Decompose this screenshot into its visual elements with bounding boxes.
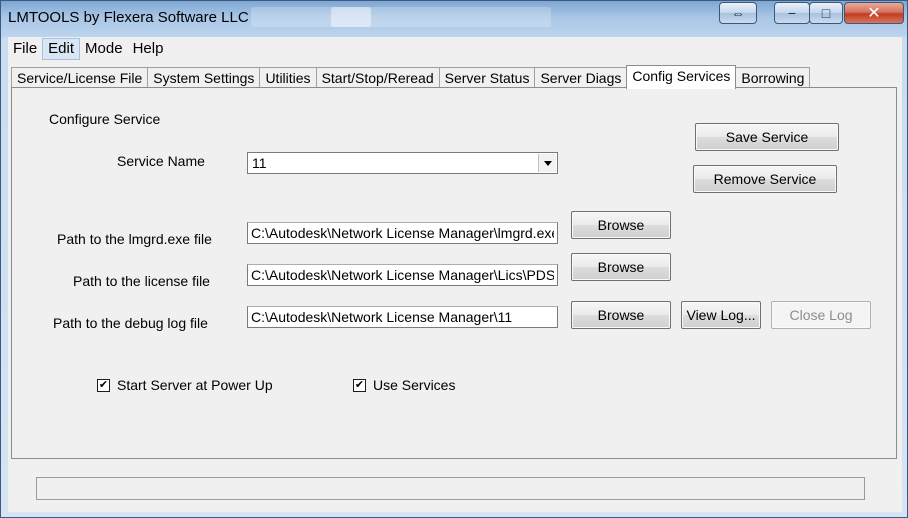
tab-system-settings[interactable]: System Settings — [147, 67, 261, 89]
close-button[interactable]: ✕ — [844, 2, 904, 24]
service-name-combo[interactable]: 11 — [247, 152, 558, 174]
config-services-panel: Configure Service Service Name 11 Save S… — [11, 87, 897, 459]
save-service-button[interactable]: Save Service — [695, 123, 839, 151]
browse-debug-log-button[interactable]: Browse — [571, 301, 671, 329]
maximize-button[interactable]: □ — [809, 2, 843, 24]
client-area: Service/License File System Settings Uti… — [8, 60, 902, 512]
minimize-button[interactable]: − — [774, 2, 810, 24]
status-bar — [36, 477, 865, 500]
view-log-button[interactable]: View Log... — [681, 301, 761, 329]
tab-strip: Service/License File System Settings Uti… — [11, 65, 811, 89]
resize-icon[interactable]: ⇔ — [719, 2, 757, 24]
tab-service-license-file[interactable]: Service/License File — [11, 67, 149, 89]
tab-borrowing[interactable]: Borrowing — [735, 67, 811, 89]
start-at-power-up-label: Start Server at Power Up — [117, 377, 273, 393]
tab-server-status[interactable]: Server Status — [438, 67, 536, 89]
start-at-power-up-checkbox[interactable]: ✔ Start Server at Power Up — [97, 377, 273, 393]
tab-server-diags[interactable]: Server Diags — [534, 67, 628, 89]
window-title: LMTOOLS by Flexera Software LLC — [8, 9, 249, 26]
menu-edit[interactable]: Edit — [42, 37, 81, 60]
menu-mode[interactable]: Mode — [80, 38, 128, 60]
use-services-checkbox[interactable]: ✔ Use Services — [353, 377, 455, 393]
background-taskbar-ghost-highlight — [331, 7, 371, 27]
title-bar[interactable]: LMTOOLS by Flexera Software LLC ⇔ − □ ✕ — [1, 1, 907, 37]
license-path-label: Path to the license file — [73, 273, 210, 289]
service-name-value: 11 — [252, 155, 267, 171]
configure-service-label: Configure Service — [49, 111, 161, 127]
license-path-input[interactable] — [247, 264, 558, 286]
checkmark-icon[interactable]: ✔ — [353, 378, 366, 392]
tab-config-services[interactable]: Config Services — [626, 65, 737, 89]
background-taskbar-ghost — [251, 7, 551, 27]
close-log-button[interactable]: Close Log — [771, 301, 871, 329]
lmgrd-path-label: Path to the lmgrd.exe file — [57, 231, 212, 247]
menu-help[interactable]: Help — [128, 38, 169, 60]
debug-log-path-input[interactable] — [247, 306, 558, 328]
lmgrd-path-input[interactable] — [247, 222, 558, 244]
chevron-down-icon[interactable] — [538, 154, 556, 172]
debug-log-path-label: Path to the debug log file — [53, 315, 208, 331]
use-services-label: Use Services — [373, 377, 456, 393]
app-window: LMTOOLS by Flexera Software LLC ⇔ − □ ✕ … — [0, 0, 908, 518]
browse-license-button[interactable]: Browse — [571, 253, 671, 281]
menu-bar: File Edit Mode Help — [8, 37, 902, 60]
tab-utilities[interactable]: Utilities — [259, 67, 317, 89]
remove-service-button[interactable]: Remove Service — [693, 165, 837, 193]
tab-start-stop-reread[interactable]: Start/Stop/Reread — [315, 67, 440, 89]
menu-file[interactable]: File — [8, 38, 42, 60]
browse-lmgrd-button[interactable]: Browse — [571, 211, 671, 239]
service-name-label: Service Name — [117, 153, 205, 169]
checkmark-icon[interactable]: ✔ — [97, 378, 110, 392]
